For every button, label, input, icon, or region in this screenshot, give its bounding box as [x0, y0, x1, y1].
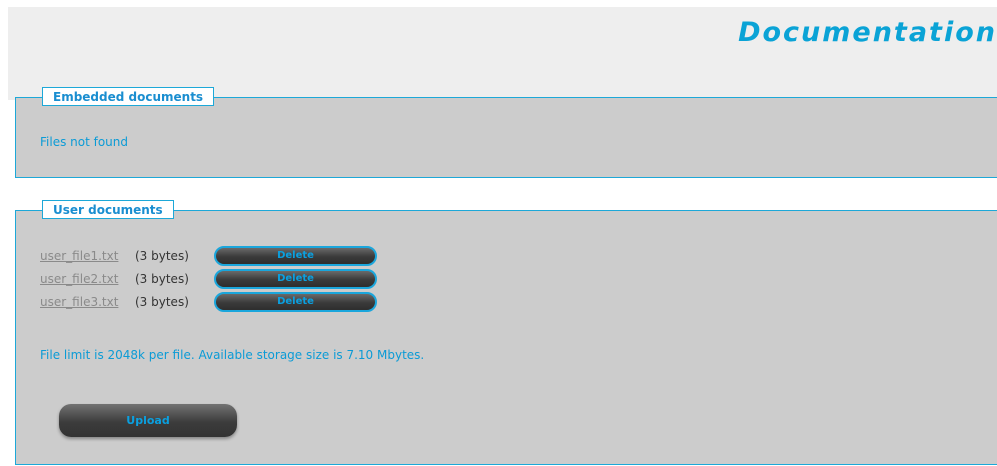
documentation-page: Documentation Embedded documents Files n… [0, 0, 997, 466]
page-title: Documentation [738, 17, 997, 48]
embedded-files-status: Files not found [40, 135, 129, 149]
embedded-documents-panel: Embedded documents Files not found [15, 87, 997, 178]
file-size: (3 bytes) [135, 249, 189, 263]
user-documents-panel: User documents user_file1.txt (3 bytes) … [15, 200, 997, 465]
user-documents-legend: User documents [42, 200, 174, 219]
delete-button[interactable]: Delete [214, 292, 377, 312]
file-link[interactable]: user_file3.txt [40, 295, 118, 309]
file-size: (3 bytes) [135, 295, 189, 309]
file-link[interactable]: user_file2.txt [40, 272, 118, 286]
delete-button[interactable]: Delete [214, 246, 377, 266]
file-size: (3 bytes) [135, 272, 189, 286]
embedded-documents-legend: Embedded documents [42, 87, 215, 106]
file-link[interactable]: user_file1.txt [40, 249, 118, 263]
delete-button[interactable]: Delete [214, 269, 377, 289]
storage-limit-text: File limit is 2048k per file. Available … [40, 348, 425, 362]
upload-button[interactable]: Upload [59, 404, 237, 437]
